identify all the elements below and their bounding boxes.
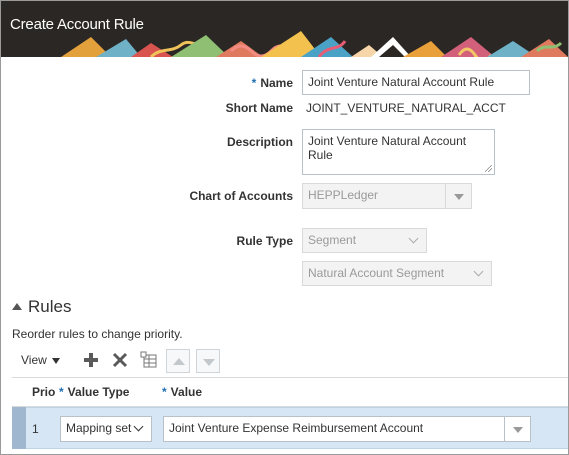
segment-select: Natural Account Segment (302, 261, 492, 286)
name-input[interactable]: Joint Venture Natural Account Rule (302, 70, 530, 95)
freeze-columns-icon[interactable] (140, 351, 158, 369)
required-indicator: * (162, 385, 167, 399)
value-input-text: Joint Venture Expense Reimbursement Acco… (169, 421, 424, 435)
column-header-value-type[interactable]: * Value Type (59, 385, 129, 399)
move-up-icon (173, 358, 185, 365)
delete-icon[interactable] (111, 351, 129, 369)
caret-down-icon (51, 357, 60, 364)
dialog-title: Create Account Rule (10, 16, 144, 33)
row-selection-indicator (12, 407, 26, 449)
move-down-button[interactable] (196, 349, 220, 373)
column-header-value[interactable]: * Value (162, 385, 202, 399)
value-type-value: Mapping set (66, 421, 132, 435)
segment-value: Natural Account Segment (308, 266, 445, 280)
column-header-value-label: Value (170, 385, 203, 399)
rules-section-title: Rules (28, 297, 72, 316)
rule-type-select: Segment (302, 228, 427, 253)
rule-type-label: Rule Type (236, 234, 293, 248)
name-label-text: Name (260, 76, 293, 90)
column-header-value-type-label: Value Type (67, 385, 130, 399)
chart-of-accounts-label: Chart of Accounts (189, 189, 293, 203)
description-textarea[interactable]: Joint Venture Natural Account Rule (302, 129, 495, 175)
value-type-select[interactable]: Mapping set (60, 416, 152, 442)
required-indicator: * (251, 76, 257, 90)
description-label: Description (226, 135, 293, 149)
chevron-down-icon (133, 421, 144, 432)
move-up-button[interactable] (166, 349, 190, 373)
chevron-down-icon (408, 233, 419, 244)
resize-handle-icon[interactable] (485, 165, 492, 172)
column-header-priority[interactable]: Prio (32, 385, 55, 399)
rules-hint-text: Reorder rules to change priority. (12, 327, 183, 341)
row-priority: 1 (32, 422, 39, 436)
rules-table-header: Prio * Value Type * Value (12, 377, 568, 407)
value-dropdown-button[interactable] (504, 417, 530, 441)
collapse-triangle-icon[interactable] (12, 303, 22, 310)
required-indicator: * (59, 385, 64, 399)
dialog-frame: Create Account Rule * Name Joint Venture … (0, 0, 569, 455)
name-input-value: Joint Venture Natural Account Rule (308, 75, 495, 89)
add-icon[interactable] (82, 351, 100, 369)
move-down-icon (203, 359, 215, 366)
name-label: * Name (252, 76, 293, 90)
chart-of-accounts-value: HEPPLedger (308, 188, 379, 202)
chart-of-accounts-select: HEPPLedger (302, 183, 472, 209)
view-menu[interactable]: View (21, 353, 60, 367)
rule-type-value: Segment (308, 233, 357, 247)
value-input[interactable]: Joint Venture Expense Reimbursement Acco… (163, 416, 531, 442)
view-menu-label: View (21, 353, 47, 367)
description-value: Joint Venture Natural Account Rule (308, 134, 467, 162)
dialog-header: Create Account Rule (1, 1, 568, 57)
chevron-down-icon (473, 266, 484, 277)
short-name-label: Short Name (225, 101, 293, 115)
short-name-value: JOINT_VENTURE_NATURAL_ACCT (306, 101, 506, 115)
dropdown-arrow-icon (445, 184, 471, 208)
